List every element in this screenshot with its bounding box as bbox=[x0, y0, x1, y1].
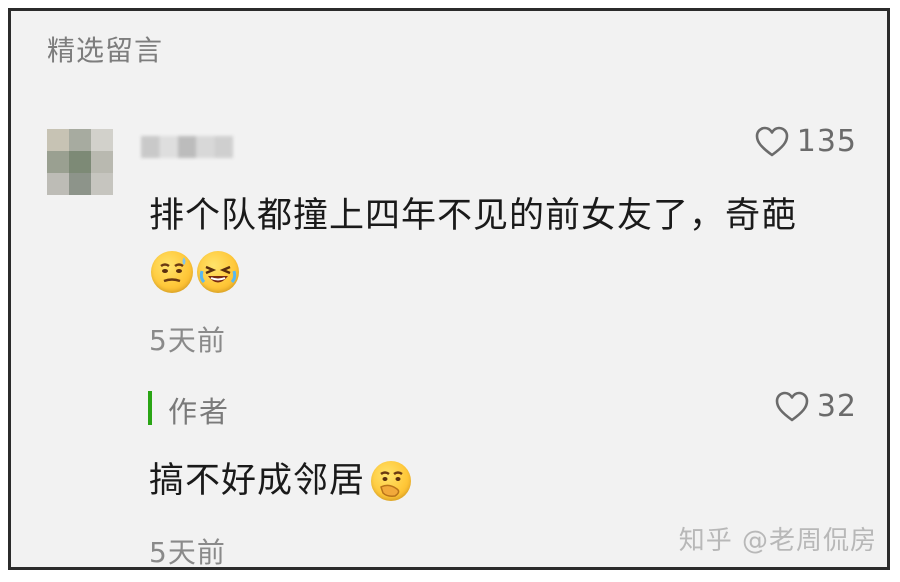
grimace-sweat-emoji bbox=[151, 251, 193, 293]
like-count: 135 bbox=[796, 124, 857, 159]
like-count: 32 bbox=[816, 389, 857, 424]
avatar-pixel bbox=[69, 151, 91, 173]
avatar-pixel bbox=[47, 151, 69, 173]
comments-panel: 精选留言 135 排个队都撞上四年不见的前女友了，奇葩 5天前 作者 32 搞不… bbox=[8, 8, 890, 570]
avatar-pixel bbox=[47, 173, 69, 195]
reply-text: 搞不好成邻居 bbox=[149, 461, 366, 501]
reply-like-button[interactable]: 32 bbox=[775, 389, 857, 424]
avatar[interactable] bbox=[47, 129, 113, 195]
username-blurred[interactable] bbox=[141, 136, 233, 158]
author-reply-accent-bar bbox=[148, 391, 152, 425]
avatar-pixel bbox=[69, 173, 91, 195]
avatar-pixel bbox=[91, 129, 113, 151]
crying-laugh-emoji bbox=[197, 251, 239, 293]
heart-icon bbox=[755, 126, 789, 156]
section-title: 精选留言 bbox=[47, 34, 164, 67]
avatar-pixel bbox=[47, 129, 69, 151]
thinking-hand-emoji bbox=[371, 461, 412, 501]
avatar-pixel bbox=[69, 129, 91, 151]
watermark: 知乎 @老周侃房 bbox=[678, 526, 877, 556]
author-label: 作者 bbox=[168, 395, 231, 429]
comment-text: 排个队都撞上四年不见的前女友了，奇葩 bbox=[149, 196, 798, 236]
avatar-pixel bbox=[91, 151, 113, 173]
avatar-pixel bbox=[91, 173, 113, 195]
comment-like-button[interactable]: 135 bbox=[755, 124, 857, 159]
reply-text-row: 搞不好成邻居 bbox=[149, 459, 412, 503]
comment-emojis bbox=[151, 251, 239, 293]
comment-time: 5天前 bbox=[149, 324, 226, 357]
heart-icon bbox=[775, 391, 809, 421]
reply-time: 5天前 bbox=[149, 536, 226, 569]
